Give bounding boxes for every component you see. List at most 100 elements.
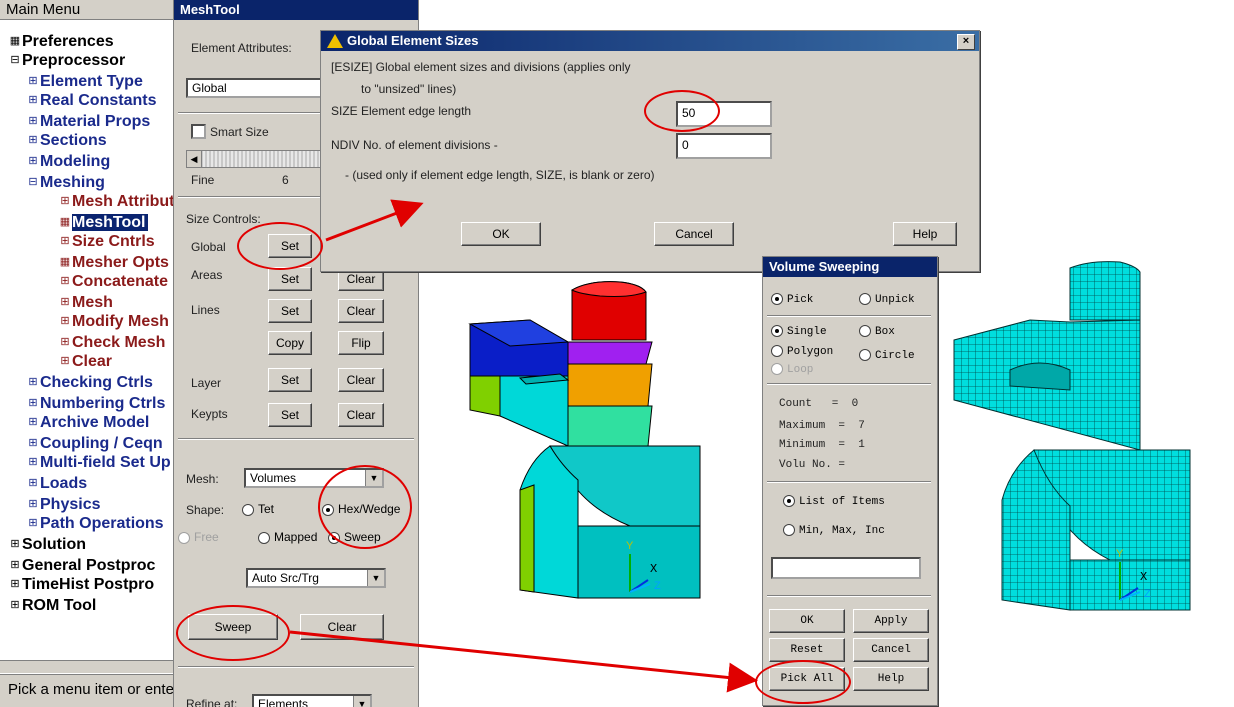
smart-size-slider[interactable]: ◀ <box>186 150 326 168</box>
menu-item[interactable]: ⊞ Multi-field Set Up <box>26 453 170 472</box>
expand-icon[interactable]: ⊞ <box>8 596 22 615</box>
chevron-down-icon[interactable]: ▼ <box>367 570 384 586</box>
expand-icon[interactable]: ⊞ <box>26 474 40 493</box>
menu-item[interactable]: ⊞ Sections <box>26 131 106 150</box>
expand-icon[interactable]: ⊞ <box>8 535 22 554</box>
expand-icon[interactable]: ⊞ <box>58 312 72 331</box>
list-of-items-radio[interactable]: List of Items <box>783 495 885 508</box>
box-radio[interactable]: Box <box>859 325 895 338</box>
ndiv-input[interactable]: 0 <box>676 133 772 159</box>
layer-clear-button[interactable]: Clear <box>338 368 384 392</box>
refine-at-select[interactable]: Elements ▼ <box>252 694 372 707</box>
single-radio[interactable]: Single <box>771 325 827 338</box>
menu-leaf-icon[interactable]: ▦ <box>58 253 72 272</box>
menu-item-label: Physics <box>40 496 101 513</box>
clear-mesh-button[interactable]: Clear <box>300 614 384 640</box>
menu-item[interactable]: ⊞ TimeHist Postpro <box>8 575 154 594</box>
menu-item[interactable]: ⊞ Modeling <box>26 152 110 171</box>
menu-item[interactable]: ⊞ ROM Tool <box>8 596 96 615</box>
cancel-button[interactable]: Cancel <box>853 638 929 662</box>
menu-item[interactable]: ⊞Mesh Attributes <box>58 192 173 211</box>
expand-icon[interactable]: ⊞ <box>26 495 40 514</box>
expand-icon[interactable]: ⊞ <box>26 373 40 392</box>
menu-item[interactable]: ▦ MeshTool <box>58 213 149 232</box>
src-trg-select[interactable]: Auto Src/Trg ▼ <box>246 568 386 588</box>
expand-icon[interactable]: ⊞ <box>26 131 40 150</box>
menu-item[interactable]: ⊞ Real Constants <box>26 91 156 110</box>
lines-set-button[interactable]: Set <box>268 299 312 323</box>
ok-button[interactable]: OK <box>769 609 845 633</box>
lines-clear-button[interactable]: Clear <box>338 299 384 323</box>
expand-icon[interactable]: ⊞ <box>26 453 40 472</box>
apply-button[interactable]: Apply <box>853 609 929 633</box>
menu-item[interactable]: ⊞ Coupling / Ceqn <box>26 434 162 453</box>
menu-item[interactable]: ⊞ Element Type <box>26 72 142 91</box>
expand-icon[interactable]: ⊞ <box>58 293 72 312</box>
collapse-icon[interactable]: ⊟ <box>26 173 40 192</box>
min-max-inc-radio[interactable]: Min, Max, Inc <box>783 524 885 537</box>
expand-icon[interactable]: ⊞ <box>26 434 40 453</box>
menu-item[interactable]: ⊞ Modify Mesh <box>58 312 169 331</box>
expand-icon[interactable]: ⊞ <box>8 556 22 575</box>
expand-icon[interactable]: ⊞ <box>26 413 40 432</box>
expand-icon[interactable]: ⊞ <box>58 272 72 291</box>
close-icon[interactable]: × <box>957 34 975 50</box>
menu-item[interactable]: ⊞ Solution <box>8 535 86 554</box>
polygon-radio[interactable]: Polygon <box>771 345 833 358</box>
chevron-down-icon[interactable]: ▼ <box>353 696 370 707</box>
keypts-clear-button[interactable]: Clear <box>338 403 384 427</box>
reset-button[interactable]: Reset <box>769 638 845 662</box>
expand-icon[interactable]: ⊞ <box>58 192 72 211</box>
pick-input[interactable] <box>771 557 921 579</box>
menu-item[interactable]: ⊞ Check Mesh <box>58 333 165 352</box>
menu-item[interactable]: ⊞ General Postproc <box>8 556 155 575</box>
expand-icon[interactable]: ⊞ <box>26 91 40 110</box>
keypts-set-button[interactable]: Set <box>268 403 312 427</box>
expand-icon[interactable]: ⊞ <box>58 232 72 251</box>
smart-size-checkbox[interactable] <box>191 124 206 139</box>
menu-item[interactable]: ⊞ Concatenate <box>58 272 168 291</box>
unpick-radio[interactable]: Unpick <box>859 293 915 306</box>
tet-radio[interactable]: Tet <box>242 502 274 516</box>
circle-radio[interactable]: Circle <box>859 349 915 362</box>
menu-leaf-icon[interactable]: ▦ <box>8 32 22 51</box>
expand-icon[interactable]: ⊞ <box>26 72 40 91</box>
help-button[interactable]: Help <box>853 667 929 691</box>
lines-flip-button[interactable]: Flip <box>338 331 384 355</box>
menu-item[interactable]: ▦ Preferences <box>8 32 114 51</box>
expand-icon[interactable]: ⊞ <box>26 152 40 171</box>
menu-item[interactable]: ⊞ Physics <box>26 495 100 514</box>
lines-copy-button[interactable]: Copy <box>268 331 312 355</box>
menu-item[interactable]: ⊞ Archive Model <box>26 413 149 432</box>
expand-icon[interactable]: ⊞ <box>58 352 72 371</box>
menu-item[interactable]: ⊟ Meshing <box>26 173 105 192</box>
expand-icon[interactable]: ⊞ <box>58 333 72 352</box>
slider-left-arrow-icon[interactable]: ◀ <box>187 151 202 167</box>
help-button[interactable]: Help <box>893 222 957 246</box>
menu-item[interactable]: ▦ Mesher Opts <box>58 253 169 272</box>
element-attributes-select[interactable]: Global <box>186 78 326 98</box>
pick-radio[interactable]: Pick <box>771 293 813 306</box>
collapse-icon[interactable]: ⊟ <box>8 51 22 70</box>
ok-button[interactable]: OK <box>461 222 541 246</box>
expand-icon[interactable]: ⊞ <box>26 514 40 533</box>
menu-item[interactable]: ⊟ Preprocessor <box>8 51 125 70</box>
menu-item[interactable]: ⊞ Mesh <box>58 293 113 312</box>
expand-icon[interactable]: ⊞ <box>26 394 40 413</box>
menu-item[interactable]: ⊞ Numbering Ctrls <box>26 394 165 413</box>
cancel-button[interactable]: Cancel <box>654 222 734 246</box>
menu-item[interactable]: ⊞ Material Props <box>26 112 150 131</box>
layer-set-button[interactable]: Set <box>268 368 312 392</box>
areas-set-button[interactable]: Set <box>268 267 312 291</box>
expand-icon[interactable]: ⊞ <box>8 575 22 594</box>
expand-icon[interactable]: ⊞ <box>26 112 40 131</box>
divider <box>767 595 931 597</box>
menu-item[interactable]: ⊞ Loads <box>26 474 87 493</box>
menu-item[interactable]: ⊞ Size Cntrls <box>58 232 154 251</box>
menu-leaf-icon[interactable]: ▦ <box>58 213 72 232</box>
mapped-radio[interactable]: Mapped <box>258 530 317 544</box>
menu-item[interactable]: ⊞ Path Operations <box>26 514 163 533</box>
menu-item[interactable]: ⊞ Clear <box>58 352 112 371</box>
main-menu-panel: Main Menu ▦ Preferences ⊟ Preprocessor ⊞ Elem… <box>0 0 173 707</box>
menu-item[interactable]: ⊞ Checking Ctrls <box>26 373 153 392</box>
